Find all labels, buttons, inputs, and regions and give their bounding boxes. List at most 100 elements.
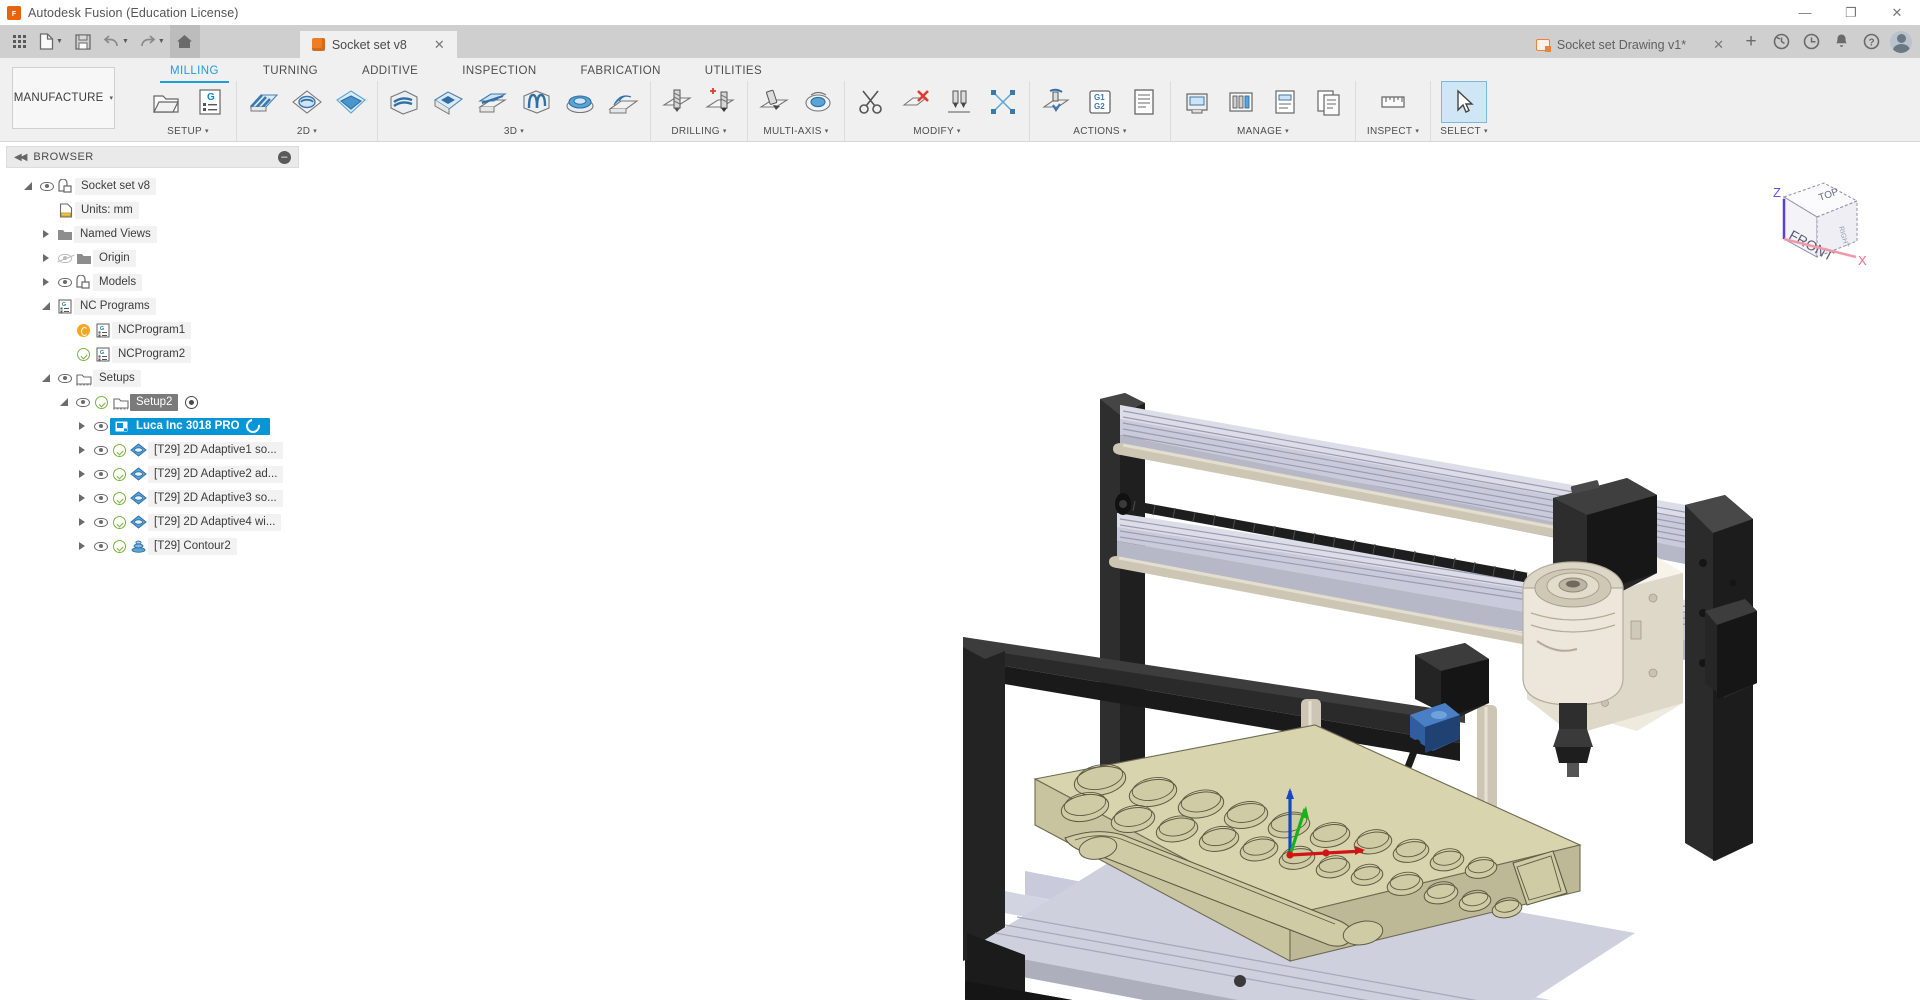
expander-closed-icon[interactable] [36,254,55,262]
workspace-selector[interactable]: MANUFACTURE ▾ [12,67,115,129]
expander-open-icon[interactable] [36,302,55,310]
multiaxis-rotary-icon[interactable] [796,82,840,122]
visibility-eye-icon[interactable] [91,421,110,431]
view-cube[interactable]: TOP FRONT RIGHT Z X [1752,165,1872,275]
ribbon-tab-additive[interactable]: ADDITIVE [340,61,440,81]
visibility-eye-icon[interactable] [37,181,56,191]
undo-button[interactable]: ▼ [98,25,134,58]
manage-tool-library-icon[interactable] [1219,82,1263,122]
save-button[interactable] [68,25,98,58]
expander-open-icon[interactable] [54,398,73,406]
cnc-machine-model[interactable] [305,143,1920,1000]
tree-node-operation-contour2[interactable]: [T29] Contour2 [0,534,305,558]
3d-scallop-icon[interactable] [558,82,602,122]
ribbon-panel-label-3d[interactable]: 3D ▾ [378,123,650,140]
notifications-icon[interactable] [1826,25,1856,58]
tree-node-setup2[interactable]: Setup2 [0,390,305,414]
tree-node-models[interactable]: Models [0,270,305,294]
3d-adaptive-clearing-icon[interactable] [382,82,426,122]
visibility-eye-icon[interactable] [55,253,74,263]
manage-machine-library-icon[interactable] [1175,82,1219,122]
tree-node-named-views[interactable]: Named Views [0,222,305,246]
ribbon-tab-inspection[interactable]: INSPECTION [440,61,558,81]
tree-node-operation-2d-adaptive1[interactable]: [T29] 2D Adaptive1 so... [0,438,305,462]
actions-simulate-icon[interactable] [1034,82,1078,122]
activate-setup-icon[interactable] [182,395,201,409]
tree-node-origin[interactable]: Origin [0,246,305,270]
document-tab-socket-set-drawing[interactable]: Socket set Drawing v1* ✕ [1524,31,1736,58]
actions-setup-sheet-icon[interactable] [1122,82,1166,122]
ribbon-panel-label-manage[interactable]: MANAGE ▾ [1171,123,1355,140]
close-icon[interactable]: ✕ [434,37,445,53]
modify-trim-icon[interactable] [849,82,893,122]
close-icon[interactable]: ✕ [1713,37,1724,53]
expander-closed-icon[interactable] [72,470,91,478]
modify-transform-icon[interactable] [981,82,1025,122]
ribbon-tab-turning[interactable]: TURNING [241,61,340,81]
expander-open-icon[interactable] [18,182,37,190]
3d-parallel-icon[interactable] [514,82,558,122]
expander-closed-icon[interactable] [72,422,91,430]
user-avatar[interactable] [1890,30,1912,53]
collapse-left-icon[interactable]: ◀◀ [14,152,27,163]
drilling-drill-icon[interactable] [655,82,699,122]
visibility-eye-icon[interactable] [91,493,110,503]
visibility-eye-icon[interactable] [55,277,74,287]
2d-pocket-icon[interactable] [329,82,373,122]
document-tab-socket-set[interactable]: Socket set v8 ✕ [299,31,457,58]
tree-node-socket-set-v8[interactable]: Socket set v8 [0,174,305,198]
ribbon-panel-label-setup[interactable]: SETUP ▾ [140,123,236,140]
setup-create-nc-program-icon[interactable]: G [188,82,232,122]
help-icon[interactable]: ? [1856,25,1886,58]
tree-node-operation-2d-adaptive2[interactable]: [T29] 2D Adaptive2 ad... [0,462,305,486]
new-file-button[interactable]: ▼ [34,25,68,58]
drilling-bore-icon[interactable] [699,82,743,122]
3d-spiral-icon[interactable] [602,82,646,122]
visibility-eye-icon[interactable] [73,397,92,407]
3d-horizontal-icon[interactable] [470,82,514,122]
3d-pocket-clearing-icon[interactable] [426,82,470,122]
inspect-measure-icon[interactable] [1371,82,1415,122]
minus-circle-icon[interactable]: – [278,150,291,164]
3d-canvas[interactable]: TOP FRONT RIGHT Z X [305,143,1920,1000]
ribbon-tab-fabrication[interactable]: FABRICATION [559,61,683,81]
manage-documents-icon[interactable] [1307,82,1351,122]
expander-closed-icon[interactable] [36,230,55,238]
visibility-eye-icon[interactable] [91,517,110,527]
refresh-machine-icon[interactable] [243,416,263,436]
tree-node-operation-2d-adaptive4[interactable]: [T29] 2D Adaptive4 wi... [0,510,305,534]
job-status-icon[interactable] [1796,25,1826,58]
ribbon-panel-label-actions[interactable]: ACTIONS ▾ [1030,123,1170,140]
tree-node-ncprogram1[interactable]: G NCProgram1 [0,318,305,342]
redo-button[interactable]: ▼ [134,25,170,58]
ribbon-tab-utilities[interactable]: UTILITIES [683,61,784,81]
modify-tool-library-icon[interactable] [937,82,981,122]
actions-post-process-icon[interactable]: G1 G2 [1078,82,1122,122]
ribbon-panel-label-select[interactable]: SELECT ▾ [1431,123,1497,140]
modify-delete-icon[interactable] [893,82,937,122]
visibility-eye-icon[interactable] [91,469,110,479]
tree-node-nc-programs[interactable]: G NC Programs [0,294,305,318]
expander-open-icon[interactable] [36,374,55,382]
tree-node-machine-luca-inc-3018-pro[interactable]: Luca Inc 3018 PRO [0,414,305,438]
extensions-icon[interactable] [1766,25,1796,58]
close-button[interactable]: ✕ [1874,0,1920,25]
expander-closed-icon[interactable] [36,278,55,286]
ribbon-tab-milling[interactable]: MILLING [148,61,241,83]
setup-new-setup-icon[interactable] [144,82,188,122]
ribbon-panel-label-drilling[interactable]: DRILLING ▾ [651,123,747,140]
visibility-eye-icon[interactable] [91,541,110,551]
2d-face-icon[interactable] [241,82,285,122]
expander-closed-icon[interactable] [72,494,91,502]
app-grid-button[interactable] [4,25,34,58]
ribbon-panel-label-multi-axis[interactable]: MULTI-AXIS ▾ [748,123,844,140]
ribbon-panel-label-inspect[interactable]: INSPECT ▾ [1356,123,1430,140]
expander-closed-icon[interactable] [72,542,91,550]
tree-node-ncprogram2[interactable]: G NCProgram2 [0,342,305,366]
tree-node-units[interactable]: Units: mm [0,198,305,222]
minimize-button[interactable]: — [1782,0,1828,25]
expander-closed-icon[interactable] [72,518,91,526]
visibility-eye-icon[interactable] [55,373,74,383]
ribbon-panel-label-2d[interactable]: 2D ▾ [237,123,377,140]
home-button[interactable] [169,25,200,58]
